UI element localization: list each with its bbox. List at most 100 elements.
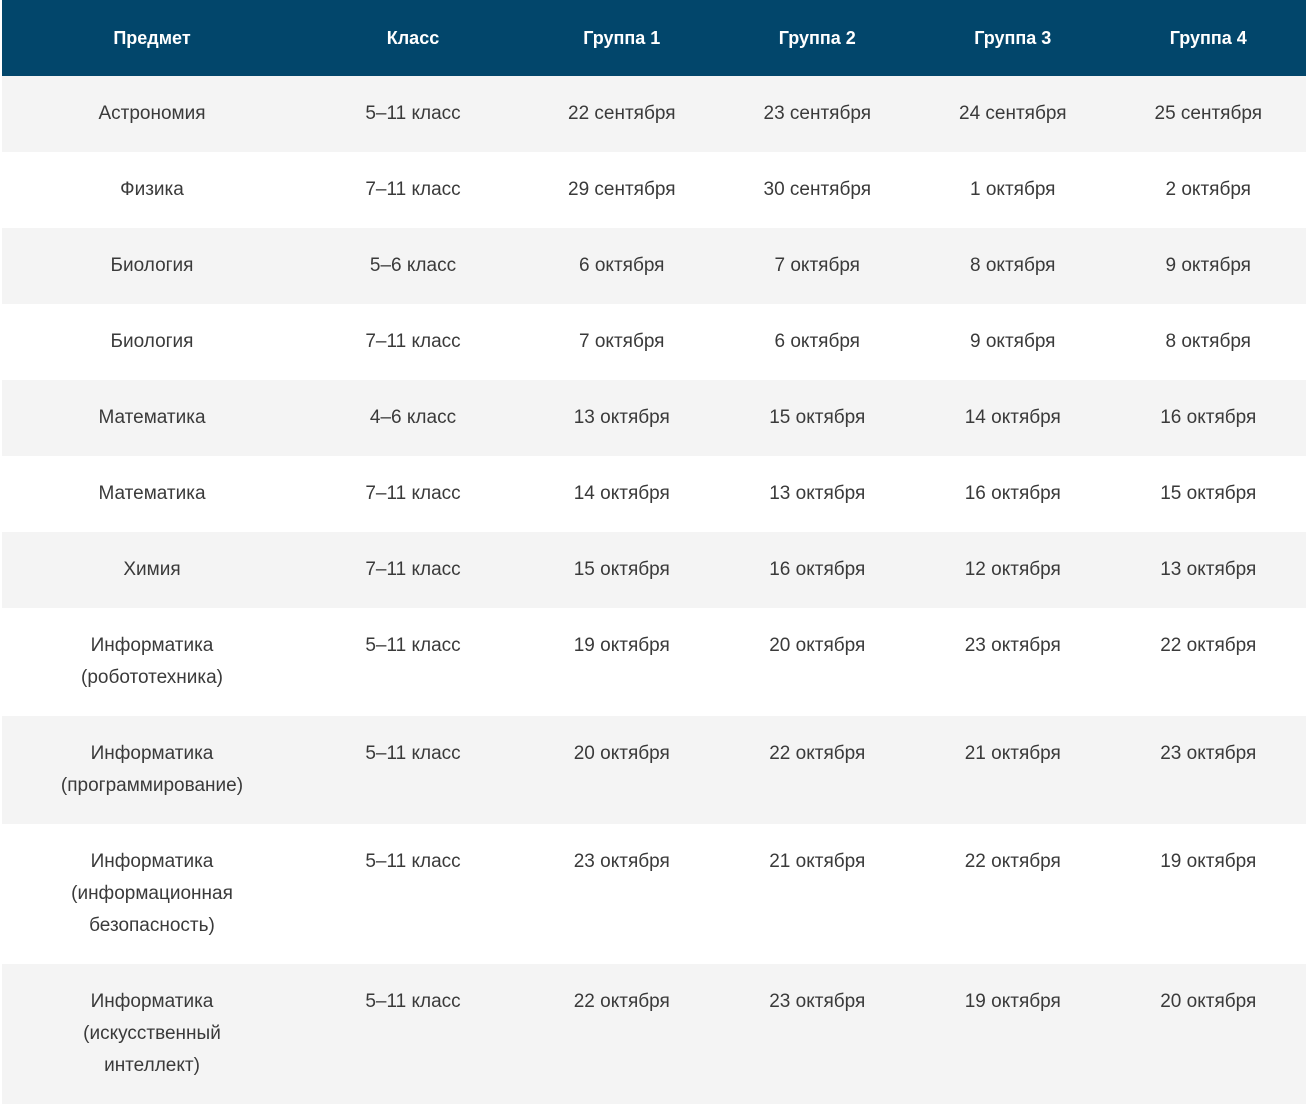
subject-line: Информатика: [90, 851, 214, 872]
subject-line: безопасность): [89, 915, 215, 936]
table-row: Астрономия 5–11 класс 22 сентября 23 сентяб…: [2, 76, 1306, 152]
cell-subject: Математика: [2, 456, 302, 532]
cell-group-4: 20 октября: [1160, 991, 1257, 1012]
subject-line: (робототехника): [81, 667, 223, 688]
cell-subject: Биология: [2, 228, 302, 304]
schedule-table: Предмет Класс Группа 1 Группа 2 Группа 3…: [2, 0, 1306, 1104]
subject-line: (искусственный: [83, 1023, 221, 1044]
subject-line: Информатика: [90, 743, 214, 764]
cell-group-4: 9 октября: [1165, 255, 1251, 276]
cell-grade: 5–11 класс: [365, 743, 461, 764]
header-group-3: Группа 3: [974, 27, 1052, 48]
header-subject: Предмет: [113, 27, 191, 48]
subject-line: Химия: [123, 559, 181, 580]
subject-line: интеллект): [104, 1055, 200, 1076]
table-row: Информатика (робототехника) 5–11 класс 19 о…: [2, 608, 1306, 716]
subject-line: Биология: [110, 255, 194, 276]
cell-subject: Информатика (робототехника): [2, 608, 302, 716]
table-row: Информатика (искусственный интеллект) 5–11 …: [2, 964, 1306, 1104]
cell-group-2: 7 октября: [774, 255, 860, 276]
cell-group-2: 15 октября: [769, 407, 866, 428]
cell-group-4: 2 октября: [1165, 179, 1251, 200]
header-group-1: Группа 1: [583, 27, 661, 48]
table-header: Предмет Класс Группа 1 Группа 2 Группа 3…: [2, 0, 1306, 76]
cell-group-1: 6 октября: [579, 255, 665, 276]
cell-group-4: 8 октября: [1165, 331, 1251, 352]
cell-group-3: 21 октября: [964, 743, 1061, 764]
cell-subject: Математика: [2, 380, 302, 456]
header-row: Предмет Класс Группа 1 Группа 2 Группа 3…: [2, 0, 1306, 76]
subject-line: Астрономия: [98, 103, 206, 124]
cell-subject: Биология: [2, 304, 302, 380]
cell-group-3: 1 октября: [970, 179, 1056, 200]
cell-group-2: 16 октября: [769, 559, 866, 580]
cell-group-3: 12 октября: [964, 559, 1061, 580]
cell-group-1: 19 октября: [573, 635, 670, 656]
cell-grade: 7–11 класс: [365, 331, 461, 352]
cell-group-3: 8 октября: [970, 255, 1056, 276]
cell-grade: 5–11 класс: [365, 851, 461, 872]
table-body: Астрономия 5–11 класс 22 сентября 23 сентяб…: [2, 76, 1306, 1104]
cell-group-1: 20 октября: [573, 743, 670, 764]
cell-group-4: 22 октября: [1160, 635, 1257, 656]
subject-line: Математика: [98, 483, 206, 504]
cell-group-4: 16 октября: [1160, 407, 1257, 428]
cell-group-1: 15 октября: [573, 559, 670, 580]
cell-group-1: 22 сентября: [568, 103, 676, 124]
cell-group-1: 22 октября: [573, 991, 670, 1012]
cell-group-2: 20 октября: [769, 635, 866, 656]
cell-group-3: 19 октября: [964, 991, 1061, 1012]
cell-group-3: 22 октября: [964, 851, 1061, 872]
cell-group-1: 13 октября: [573, 407, 670, 428]
subject-line: (информационная: [71, 883, 233, 904]
cell-grade: 7–11 класс: [365, 179, 461, 200]
table-row: Биология 5–6 класс 6 октября 7 октября 8 окт…: [2, 228, 1306, 304]
cell-group-2: 23 октября: [769, 991, 866, 1012]
cell-group-2: 23 сентября: [763, 103, 872, 124]
subject-line: (программирование): [60, 775, 244, 796]
cell-group-4: 25 сентября: [1154, 103, 1263, 124]
table-row: Химия 7–11 класс 15 октября 16 октября 12 ок…: [2, 532, 1306, 608]
table-row: Математика 4–6 класс 13 октября 15 октября 1…: [2, 380, 1306, 456]
cell-group-3: 9 октября: [970, 331, 1056, 352]
cell-group-2: 13 октября: [769, 483, 866, 504]
cell-group-2: 21 октября: [769, 851, 866, 872]
table-row: Биология 7–11 класс 7 октября 6 октября 9 ок…: [2, 304, 1306, 380]
cell-group-4: 15 октября: [1160, 483, 1257, 504]
subject-line: Физика: [120, 179, 184, 200]
cell-group-4: 19 октября: [1160, 851, 1257, 872]
subject-line: Математика: [98, 407, 206, 428]
table-row: Информатика (программирование) 5–11 класс 2…: [2, 716, 1306, 824]
cell-subject: Астрономия: [2, 76, 302, 152]
header-grade: Класс: [386, 27, 440, 48]
cell-subject: Информатика (программирование): [2, 716, 302, 824]
table-row: Математика 7–11 класс 14 октября 13 октября…: [2, 456, 1306, 532]
cell-grade: 5–11 класс: [365, 991, 461, 1012]
cell-group-1: 29 сентября: [568, 179, 676, 200]
cell-subject: Информатика (искусственный интеллект): [2, 964, 302, 1104]
cell-grade: 7–11 класс: [365, 559, 461, 580]
table-row: Информатика (информационная безопасность) 5…: [2, 824, 1306, 964]
subject-line: Биология: [110, 331, 194, 352]
cell-group-3: 14 октября: [964, 407, 1061, 428]
cell-grade: 5–11 класс: [365, 103, 461, 124]
subject-line: Информатика: [90, 991, 214, 1012]
cell-group-1: 7 октября: [579, 331, 665, 352]
cell-group-3: 23 октября: [964, 635, 1061, 656]
cell-group-3: 16 октября: [964, 483, 1061, 504]
header-group-4: Группа 4: [1169, 27, 1247, 48]
header-group-2: Группа 2: [778, 27, 856, 48]
table-row: Физика 7–11 класс 29 сентября 30 сентября 1 …: [2, 152, 1306, 228]
cell-group-4: 23 октября: [1160, 743, 1257, 764]
cell-group-1: 23 октября: [573, 851, 670, 872]
cell-group-2: 30 сентября: [763, 179, 872, 200]
subject-line: Информатика: [90, 635, 214, 656]
cell-group-2: 6 октября: [774, 331, 860, 352]
cell-grade: 5–11 класс: [365, 635, 461, 656]
cell-grade: 4–6 класс: [369, 407, 457, 428]
cell-group-3: 24 сентября: [959, 103, 1067, 124]
cell-group-4: 13 октября: [1160, 559, 1257, 580]
cell-subject: Физика: [2, 152, 302, 228]
cell-subject: Химия: [2, 532, 302, 608]
cell-grade: 5–6 класс: [369, 255, 457, 276]
